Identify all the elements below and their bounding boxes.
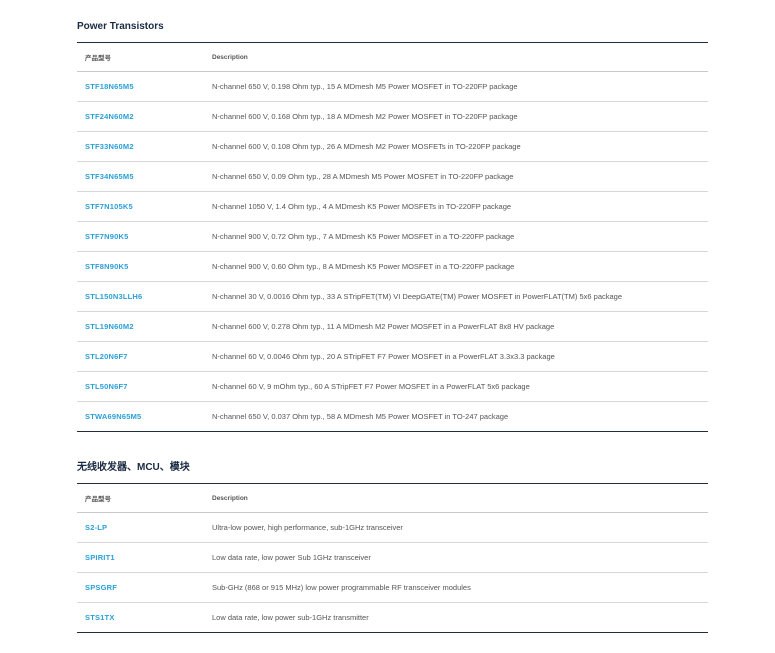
table-row: STF34N65M5 N-channel 650 V, 0.09 Ohm typ.…	[77, 162, 708, 192]
description-cell: Low data rate, low power Sub 1GHz transc…	[212, 553, 371, 562]
part-number-cell: STF24N60M2	[77, 102, 203, 132]
description-cell: N-channel 900 V, 0.72 Ohm typ., 7 A MDme…	[212, 232, 515, 241]
part-number-cell: STF34N65M5	[77, 162, 203, 192]
part-number-link[interactable]: STWA69N65M5	[85, 412, 141, 421]
part-number-cell: STF33N60M2	[77, 132, 203, 162]
part-number-link[interactable]: STL50N6F7	[85, 382, 128, 391]
table-row: STL19N60M2 N-channel 600 V, 0.278 Ohm typ…	[77, 312, 708, 342]
part-number-link[interactable]: STF24N60M2	[85, 112, 134, 121]
part-number-cell: STL19N60M2	[77, 312, 203, 342]
description-header: Description	[212, 53, 248, 61]
part-number-link[interactable]: STS1TX	[85, 613, 115, 622]
table-row: STF33N60M2 N-channel 600 V, 0.108 Ohm typ…	[77, 132, 708, 162]
table-row: STL150N3LLH6 N-channel 30 V, 0.0016 Ohm t…	[77, 282, 708, 312]
table-row: STL20N6F7 N-channel 60 V, 0.0046 Ohm typ.…	[77, 342, 708, 372]
part-number-header: 产品型号	[85, 55, 111, 62]
product-table: 产品型号 Description S2-LP Ultra-low power, h…	[77, 483, 708, 633]
description-cell: N-channel 650 V, 0.037 Ohm typ., 58 A MD…	[212, 412, 509, 421]
part-number-cell: STS1TX	[77, 603, 203, 633]
part-number-cell: STL50N6F7	[77, 372, 203, 402]
part-number-link[interactable]: STL20N6F7	[85, 352, 128, 361]
description-cell: N-channel 900 V, 0.60 Ohm typ., 8 A MDme…	[212, 262, 515, 271]
part-number-link[interactable]: STF8N90K5	[85, 262, 128, 271]
part-number-link[interactable]: STF34N65M5	[85, 172, 134, 181]
description-cell: N-channel 650 V, 0.09 Ohm typ., 28 A MDm…	[212, 172, 514, 181]
part-number-cell: STL150N3LLH6	[77, 282, 203, 312]
table-row: S2-LP Ultra-low power, high performance, …	[77, 513, 708, 543]
part-number-link[interactable]: SPSGRF	[85, 583, 117, 592]
table-row: STWA69N65M5 N-channel 650 V, 0.037 Ohm ty…	[77, 402, 708, 432]
part-number-cell: STL20N6F7	[77, 342, 203, 372]
part-number-link[interactable]: STL150N3LLH6	[85, 292, 142, 301]
part-number-cell: S2-LP	[77, 513, 203, 543]
description-cell: Low data rate, low power sub-1GHz transm…	[212, 613, 369, 622]
table-row: STF7N90K5 N-channel 900 V, 0.72 Ohm typ.,…	[77, 222, 708, 252]
part-number-link[interactable]: STF7N105K5	[85, 202, 133, 211]
part-number-cell: STF18N65M5	[77, 72, 203, 102]
description-cell: N-channel 30 V, 0.0016 Ohm typ., 33 A ST…	[212, 292, 622, 301]
table-row: SPIRIT1 Low data rate, low power Sub 1GHz…	[77, 543, 708, 573]
description-cell: N-channel 600 V, 0.108 Ohm typ., 26 A MD…	[212, 142, 521, 151]
description-cell: N-channel 600 V, 0.168 Ohm typ., 18 A MD…	[212, 112, 518, 121]
description-cell: Sub-GHz (868 or 915 MHz) low power progr…	[212, 583, 471, 592]
table-row: STF24N60M2 N-channel 600 V, 0.168 Ohm typ…	[77, 102, 708, 132]
part-number-link[interactable]: STF7N90K5	[85, 232, 128, 241]
description-header: Description	[212, 494, 248, 502]
part-number-cell: SPSGRF	[77, 573, 203, 603]
part-number-cell: STF7N105K5	[77, 192, 203, 222]
description-cell: N-channel 1050 V, 1.4 Ohm typ., 4 A MDme…	[212, 202, 512, 211]
part-number-header: 产品型号	[85, 496, 111, 503]
description-cell: N-channel 650 V, 0.198 Ohm typ., 15 A MD…	[212, 82, 518, 91]
part-number-cell: STWA69N65M5	[77, 402, 203, 432]
part-number-link[interactable]: STF18N65M5	[85, 82, 134, 91]
description-cell: N-channel 60 V, 9 mOhm typ., 60 A STripF…	[212, 382, 530, 391]
section-title: 无线收发器、MCU、模块	[77, 462, 190, 473]
part-number-link[interactable]: SPIRIT1	[85, 553, 115, 562]
table-row: STL50N6F7 N-channel 60 V, 9 mOhm typ., 60…	[77, 372, 708, 402]
description-cell: Ultra-low power, high performance, sub-1…	[212, 523, 403, 532]
wireless-section: 无线收发器、MCU、模块 产品型号 Description S2-LP Ultra…	[77, 461, 708, 633]
product-table: 产品型号 Description STF18N65M5 N-channel 650…	[77, 42, 708, 432]
part-number-link[interactable]: S2-LP	[85, 523, 107, 532]
table-header-row: 产品型号 Description	[77, 483, 708, 513]
part-number-cell: STF8N90K5	[77, 252, 203, 282]
table-row: STF18N65M5 N-channel 650 V, 0.198 Ohm typ…	[77, 72, 708, 102]
part-number-link[interactable]: STL19N60M2	[85, 322, 134, 331]
section-title: Power Transistors	[77, 21, 164, 32]
table-body: S2-LP Ultra-low power, high performance, …	[77, 513, 708, 633]
table-body: STF18N65M5 N-channel 650 V, 0.198 Ohm typ…	[77, 72, 708, 432]
part-number-cell: SPIRIT1	[77, 543, 203, 573]
part-number-cell: STF7N90K5	[77, 222, 203, 252]
table-row: STS1TX Low data rate, low power sub-1GHz …	[77, 603, 708, 633]
description-cell: N-channel 60 V, 0.0046 Ohm typ., 20 A ST…	[212, 352, 555, 361]
table-row: SPSGRF Sub-GHz (868 or 915 MHz) low power…	[77, 573, 708, 603]
table-row: STF7N105K5 N-channel 1050 V, 1.4 Ohm typ.…	[77, 192, 708, 222]
part-number-link[interactable]: STF33N60M2	[85, 142, 134, 151]
description-cell: N-channel 600 V, 0.278 Ohm typ., 11 A MD…	[212, 322, 555, 331]
table-row: STF8N90K5 N-channel 900 V, 0.60 Ohm typ.,…	[77, 252, 708, 282]
table-header-row: 产品型号 Description	[77, 42, 708, 72]
power-transistors-section: Power Transistors 产品型号 Description STF18…	[77, 20, 708, 432]
